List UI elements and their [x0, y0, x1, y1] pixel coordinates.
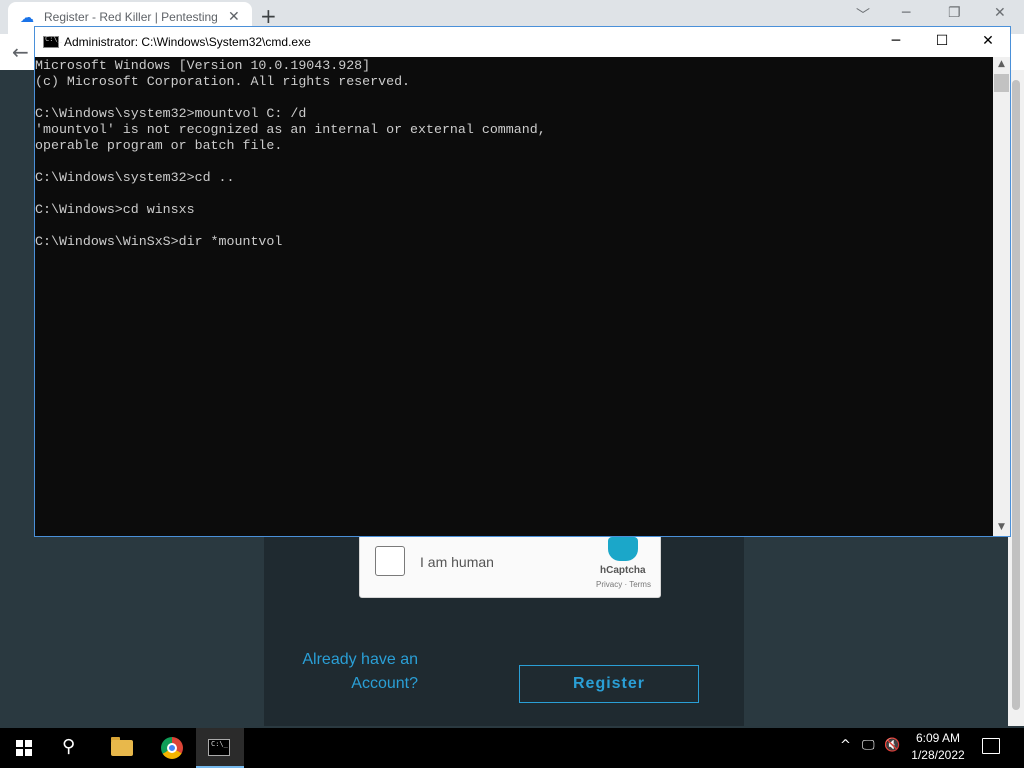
console-line: C:\Windows\system32>cd ..: [35, 170, 235, 185]
cmd-minimize-button[interactable]: ─: [873, 27, 919, 57]
tab-title: Register - Red Killer | Pentesting: [44, 10, 218, 24]
cmd-close-button[interactable]: ✕: [965, 27, 1011, 57]
login-link-line2: Account?: [351, 675, 418, 692]
hcaptcha-logo-icon: [608, 537, 638, 561]
new-tab-button[interactable]: +: [260, 4, 277, 28]
console-line: Microsoft Windows [Version 10.0.19043.92…: [35, 58, 371, 73]
cmd-scrollbar-thumb[interactable]: [994, 74, 1009, 92]
cmd-console-output[interactable]: Microsoft Windows [Version 10.0.19043.92…: [35, 57, 993, 536]
login-link-line1: Already have an: [302, 651, 418, 668]
console-line: C:\Windows>cd winsxs: [35, 202, 195, 217]
scroll-up-arrow-icon[interactable]: ▲: [993, 59, 1010, 69]
tray-chevron-icon[interactable]: ^: [840, 738, 851, 753]
tab-search-icon[interactable]: ﹀: [856, 5, 870, 25]
cmd-window: C:\_ Administrator: C:\Windows\System32\…: [34, 26, 1011, 537]
file-explorer-button[interactable]: [98, 728, 146, 768]
folder-icon: [111, 740, 133, 756]
captcha-brand: hCaptcha: [600, 565, 646, 576]
browser-restore-button[interactable]: ❐: [948, 5, 961, 21]
cmd-icon: C:\_: [208, 739, 230, 756]
clock-time: 6:09 AM: [915, 731, 961, 745]
taskbar-clock[interactable]: 6:09 AM 1/28/2022: [904, 730, 972, 764]
login-link[interactable]: Already have an Account?: [290, 648, 418, 696]
console-line: (c) Microsoft Corporation. All rights re…: [35, 74, 411, 89]
browser-minimize-button[interactable]: ─: [902, 5, 910, 21]
chrome-taskbar-button[interactable]: [148, 728, 196, 768]
register-button[interactable]: Register: [519, 665, 699, 703]
windows-logo-icon: [16, 740, 32, 756]
cmd-maximize-button[interactable]: ☐: [919, 27, 965, 57]
console-line: C:\Windows\system32>mountvol C: /d: [35, 106, 307, 121]
taskbar: ⚲ C:\_ ^ 🖵 🔇 6:09 AM 1/28/2022: [0, 728, 1024, 768]
captcha-privacy-terms[interactable]: Privacy · Terms: [596, 580, 651, 589]
console-line: operable program or batch file.: [35, 138, 283, 153]
volume-muted-icon[interactable]: 🔇: [884, 738, 900, 753]
notifications-icon[interactable]: [982, 738, 1000, 754]
page-scrollbar-thumb[interactable]: [1012, 80, 1020, 710]
cmd-app-icon: C:\_: [43, 35, 62, 48]
start-button[interactable]: [0, 728, 48, 768]
chrome-icon-center: [167, 743, 177, 753]
search-icon: ⚲: [62, 736, 76, 757]
captcha-label: I am human: [420, 554, 494, 570]
close-tab-icon[interactable]: ✕: [228, 9, 240, 25]
cmd-scrollbar[interactable]: ▲ ▼: [993, 57, 1010, 536]
cmd-title-bar[interactable]: C:\_ Administrator: C:\Windows\System32\…: [35, 27, 1010, 57]
network-icon[interactable]: 🖵: [862, 738, 875, 753]
back-arrow-icon[interactable]: ←: [12, 40, 29, 64]
cloud-favicon-icon: ☁: [20, 10, 34, 26]
console-prompt-line: C:\Windows\WinSxS>dir *mountvol: [35, 234, 283, 249]
scroll-down-arrow-icon[interactable]: ▼: [993, 522, 1010, 532]
taskbar-search-button[interactable]: ⚲: [48, 728, 96, 768]
cmd-window-title: Administrator: C:\Windows\System32\cmd.e…: [64, 35, 311, 49]
cmd-taskbar-button[interactable]: C:\_: [196, 728, 244, 768]
clock-date: 1/28/2022: [911, 748, 965, 762]
captcha-checkbox[interactable]: [375, 546, 405, 576]
console-line: 'mountvol' is not recognized as an inter…: [35, 122, 546, 137]
browser-close-button[interactable]: ✕: [994, 5, 1006, 21]
